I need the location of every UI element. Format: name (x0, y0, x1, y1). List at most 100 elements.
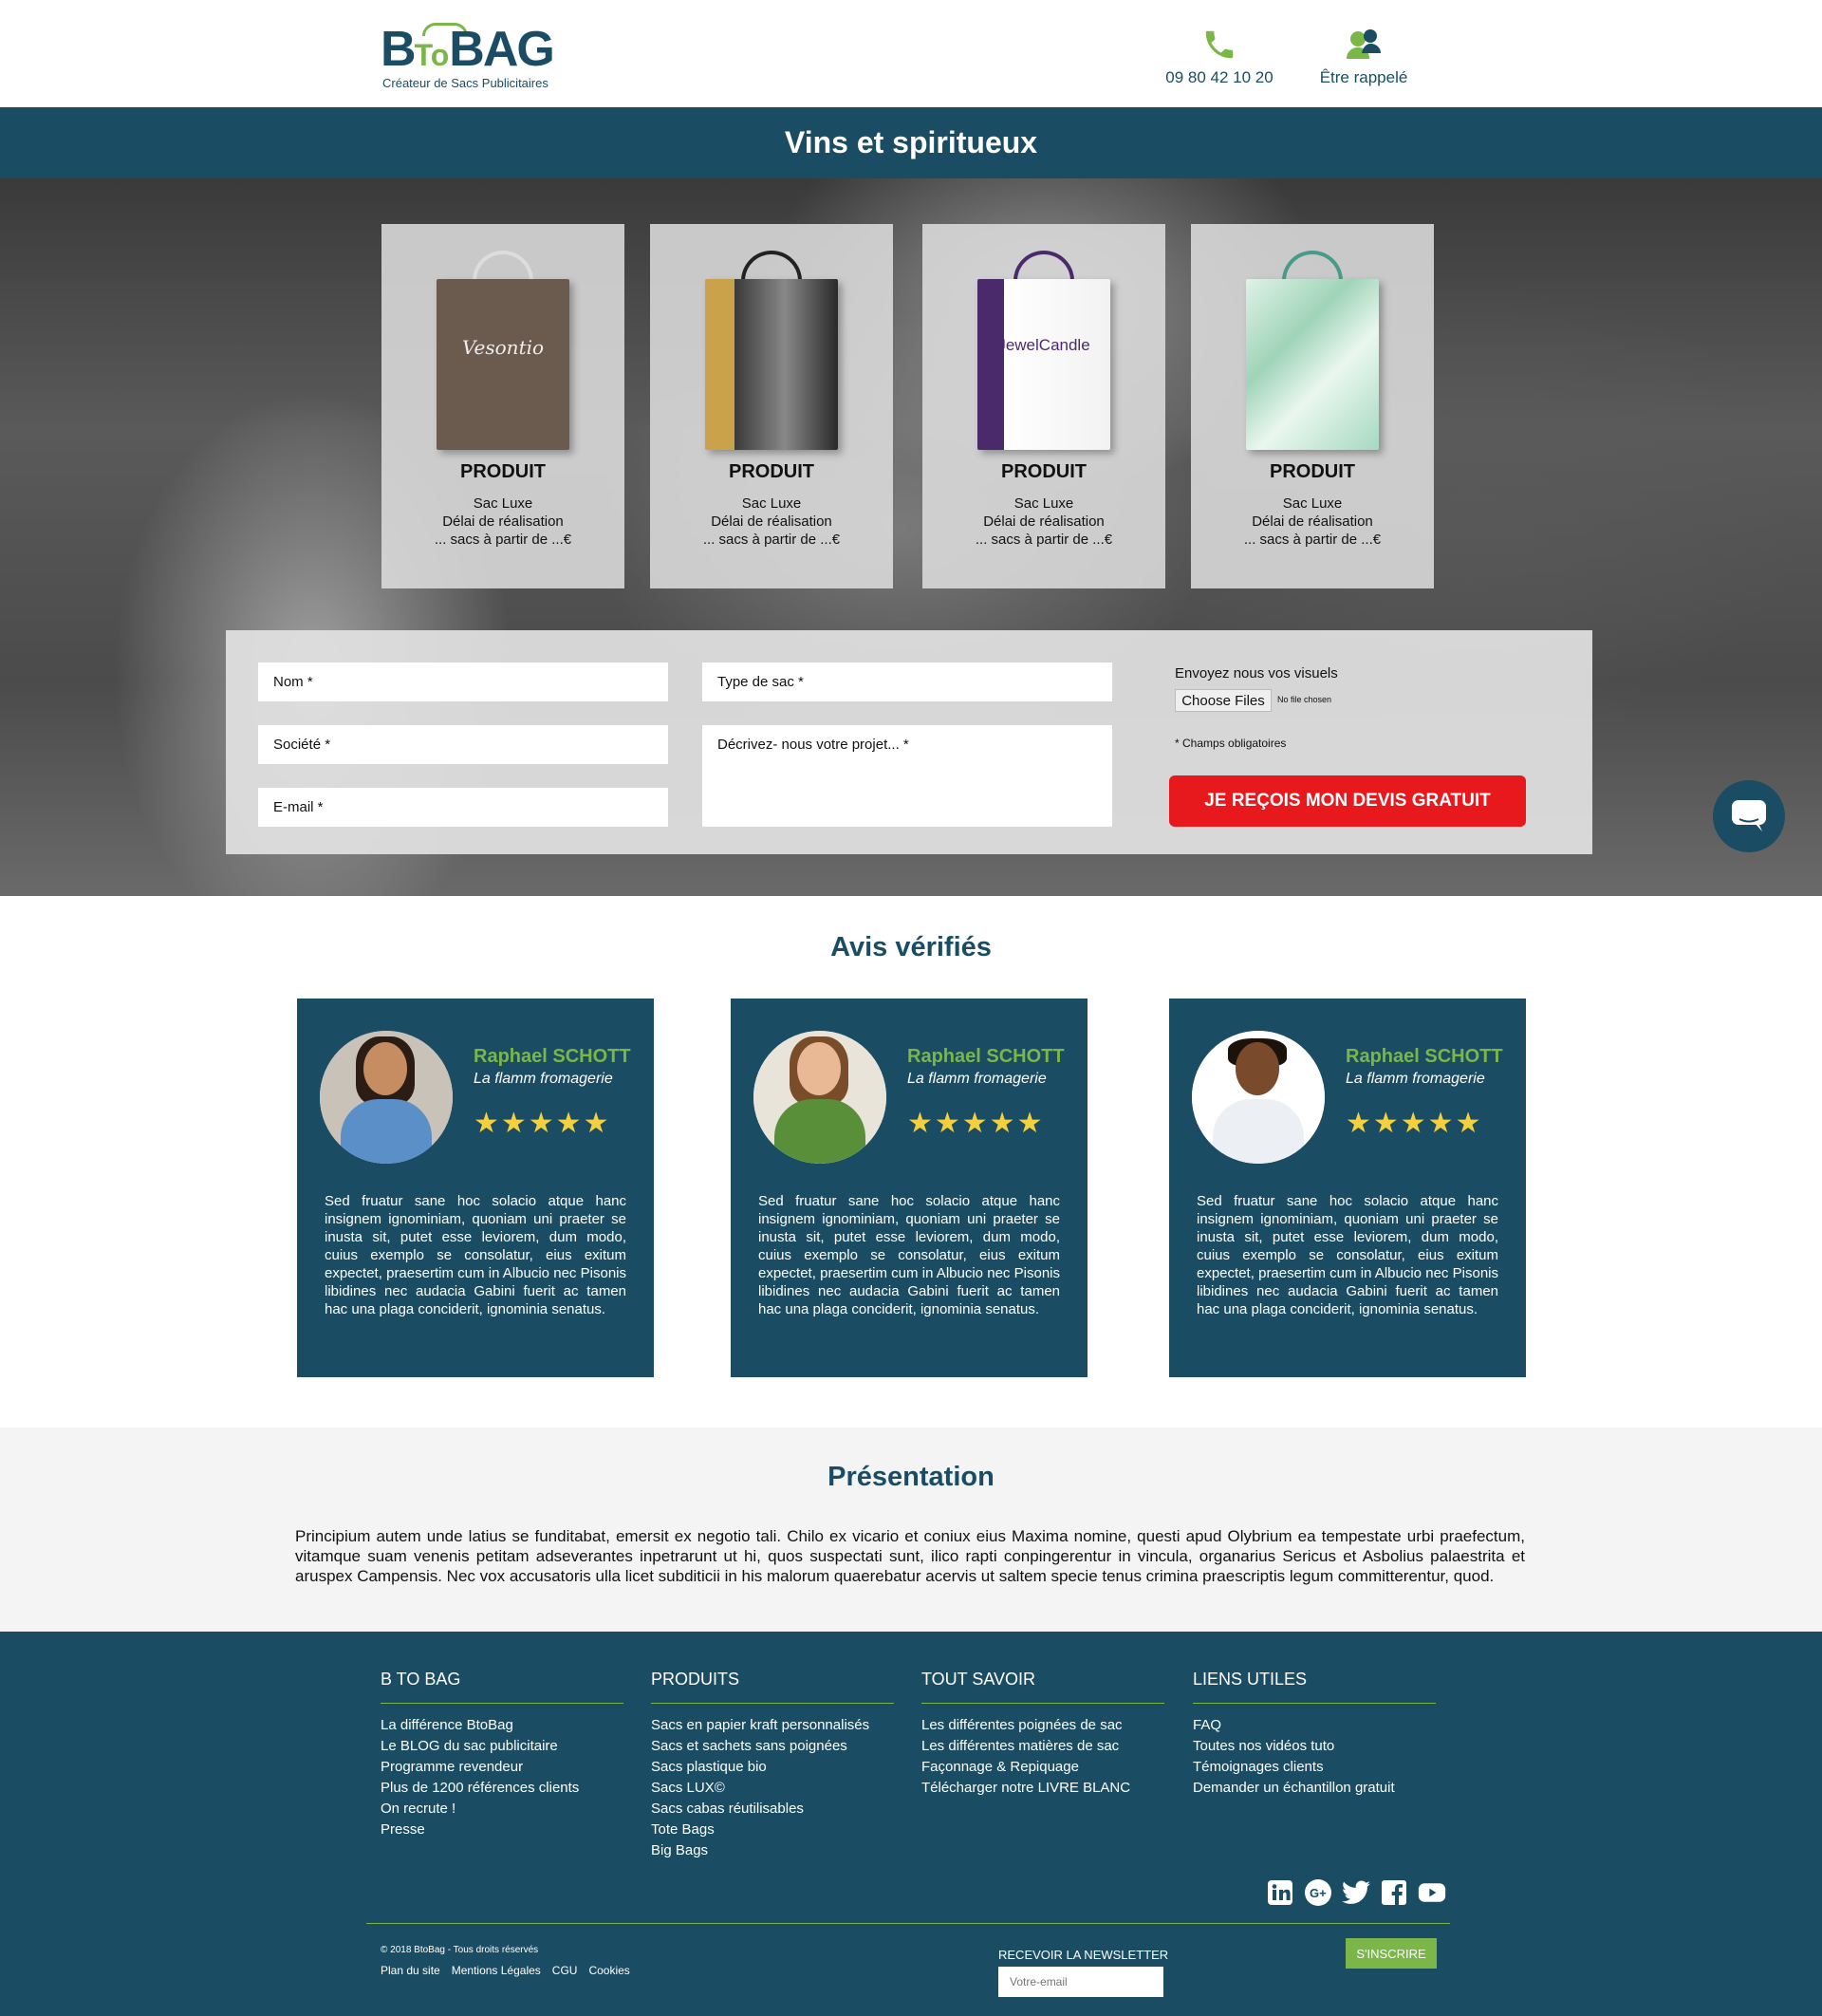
page-title: Vins et spiritueux (784, 125, 1038, 159)
footer-link[interactable]: Les différentes matières de sac (921, 1736, 1164, 1757)
footer-link[interactable]: Télécharger notre LIVRE BLANC (921, 1778, 1164, 1799)
product-bag-image: JewelCandle (977, 251, 1110, 450)
youtube-icon[interactable] (1418, 1878, 1446, 1907)
footer-link[interactable]: Programme revendeur (381, 1757, 623, 1778)
product-bag-image: Vesontio (437, 251, 569, 450)
callback-people-icon (1347, 29, 1381, 59)
copyright-text: © 2018 BtoBag - Tous droits réservés (381, 1945, 539, 1955)
product-card[interactable]: JewelCandle PRODUIT Sac Luxe Délai de ré… (922, 224, 1165, 588)
facebook-icon[interactable] (1380, 1878, 1408, 1907)
footer-link[interactable]: La différence BtoBag (381, 1715, 623, 1736)
footer-link[interactable]: Presse (381, 1820, 623, 1840)
review-text: Sed fruatur sane hoc solacio atque hanc … (1197, 1193, 1498, 1317)
footer-link[interactable]: Les différentes poignées de sac (921, 1715, 1164, 1736)
product-delay: Délai de réalisation (983, 513, 1105, 530)
reviewer-name: Raphael SCHOTT (907, 1046, 1065, 1067)
footer-link[interactable]: Toutes nos vidéos tuto (1193, 1736, 1436, 1757)
social-links: G+ (1266, 1878, 1446, 1907)
footer-link[interactable]: Sacs plastique bio (651, 1757, 894, 1778)
footer-link[interactable]: Sacs cabas réutilisables (651, 1799, 894, 1820)
product-title: PRODUIT (729, 461, 814, 482)
newsletter-email-input[interactable] (998, 1967, 1163, 1997)
footer-link[interactable]: Tote Bags (651, 1820, 894, 1840)
page-title-bar: Vins et spiritueux (0, 107, 1822, 178)
presentation-section: Présentation Principium autem unde latiu… (0, 1428, 1822, 1632)
rating-stars: ★★★★★ (1346, 1108, 1483, 1139)
quote-form: Nom * Société * E-mail * Type de sac * D… (226, 630, 1592, 854)
choose-files-button[interactable]: Choose Files (1175, 689, 1272, 712)
product-type: Sac Luxe (741, 495, 802, 512)
product-delay: Délai de réalisation (442, 513, 564, 530)
email-field[interactable]: E-mail * (258, 788, 668, 827)
linkedin-icon[interactable] (1266, 1878, 1294, 1907)
footer-column-liens-utiles: LIENS UTILES FAQ Toutes nos vidéos tuto … (1193, 1670, 1436, 1799)
footer-link[interactable]: Plus de 1200 références clients (381, 1778, 623, 1799)
footer-column-title: B TO BAG (381, 1670, 623, 1704)
hero-section: Vesontio PRODUIT Sac Luxe Délai de réali… (0, 178, 1822, 896)
product-type: Sac Luxe (1282, 495, 1343, 512)
footer-column-title: LIENS UTILES (1193, 1670, 1436, 1704)
presentation-text: Principium autem unde latius se funditab… (295, 1527, 1525, 1585)
review-card: Raphael SCHOTT La flamm fromagerie ★★★★★… (297, 999, 654, 1377)
product-card[interactable]: PRODUIT Sac Luxe Délai de réalisation ..… (1191, 224, 1434, 588)
legal-link-mentions[interactable]: Mentions Légales (452, 1964, 541, 1977)
required-fields-note: * Champs obligatoires (1175, 737, 1287, 750)
no-file-text: No file chosen (1277, 695, 1332, 704)
product-price: ... sacs à partir de ...€ (975, 532, 1113, 548)
project-description-field[interactable]: Décrivez- nous votre projet... * (702, 725, 1112, 827)
footer-link[interactable]: Témoignages clients (1193, 1757, 1436, 1778)
legal-link-cookies[interactable]: Cookies (588, 1964, 629, 1977)
footer-link[interactable]: Demander un échantillon gratuit (1193, 1778, 1436, 1799)
footer-link[interactable]: Façonnage & Repiquage (921, 1757, 1164, 1778)
legal-link-sitemap[interactable]: Plan du site (381, 1964, 440, 1977)
footer-link[interactable]: Le BLOG du sac publicitaire (381, 1736, 623, 1757)
product-title: PRODUIT (1001, 461, 1087, 482)
name-field[interactable]: Nom * (258, 663, 668, 701)
btobag-logo[interactable]: BToBAG Créateur de Sacs Publicitaires (381, 23, 561, 91)
reviews-title: Avis vérifiés (830, 932, 992, 962)
product-delay: Délai de réalisation (711, 513, 832, 530)
twitter-icon[interactable] (1342, 1878, 1370, 1907)
bag-type-field[interactable]: Type de sac * (702, 663, 1112, 701)
footer-link[interactable]: Sacs LUX© (651, 1778, 894, 1799)
footer-link[interactable]: FAQ (1193, 1715, 1436, 1736)
chat-button[interactable] (1713, 780, 1785, 852)
google-plus-icon[interactable]: G+ (1304, 1878, 1332, 1907)
footer-link[interactable]: On recrute ! (381, 1799, 623, 1820)
footer-link[interactable]: Sacs en papier kraft personnalisés (651, 1715, 894, 1736)
footer-column-btobag: B TO BAG La différence BtoBag Le BLOG du… (381, 1670, 623, 1840)
callback-link[interactable]: Être rappelé (1311, 27, 1416, 87)
reviewer-company: La flamm fromagerie (1346, 1071, 1485, 1087)
footer-column-produits: PRODUITS Sacs en papier kraft personnali… (651, 1670, 894, 1861)
review-text: Sed fruatur sane hoc solacio atque hanc … (758, 1193, 1060, 1317)
product-price: ... sacs à partir de ...€ (434, 532, 572, 548)
logo-tagline: Créateur de Sacs Publicitaires (382, 76, 548, 90)
product-bag-image (705, 251, 838, 450)
upload-label: Envoyez nous vos visuels (1175, 665, 1338, 681)
product-title: PRODUIT (460, 461, 546, 482)
get-quote-button[interactable]: JE REÇOIS MON DEVIS GRATUIT (1169, 775, 1526, 827)
reviewer-company: La flamm fromagerie (474, 1071, 613, 1087)
product-bag-image (1246, 251, 1379, 450)
chat-bubble-icon (1732, 800, 1766, 831)
callback-label: Être rappelé (1319, 68, 1408, 86)
newsletter-subscribe-button[interactable]: S'INSCRIRE (1346, 1938, 1437, 1969)
footer-link[interactable]: Big Bags (651, 1840, 894, 1861)
legal-link-cgu[interactable]: CGU (552, 1964, 578, 1977)
logo-wordmark: BToBAG (381, 22, 555, 77)
phone-link[interactable]: 09 80 42 10 20 (1158, 27, 1281, 87)
product-type: Sac Luxe (473, 495, 533, 512)
rating-stars: ★★★★★ (907, 1108, 1045, 1139)
footer-divider (366, 1923, 1450, 1924)
rating-stars: ★★★★★ (474, 1108, 611, 1139)
review-card: Raphael SCHOTT La flamm fromagerie ★★★★★… (1169, 999, 1526, 1377)
footer-link[interactable]: Sacs et sachets sans poignées (651, 1736, 894, 1757)
reviewer-name: Raphael SCHOTT (1346, 1046, 1503, 1067)
company-field[interactable]: Société * (258, 725, 668, 764)
product-price: ... sacs à partir de ...€ (702, 532, 841, 548)
product-type: Sac Luxe (1013, 495, 1074, 512)
reviewer-avatar (320, 1031, 453, 1164)
product-card[interactable]: Vesontio PRODUIT Sac Luxe Délai de réali… (381, 224, 624, 588)
product-card[interactable]: PRODUIT Sac Luxe Délai de réalisation ..… (650, 224, 893, 588)
site-header: BToBAG Créateur de Sacs Publicitaires 09… (0, 0, 1822, 107)
